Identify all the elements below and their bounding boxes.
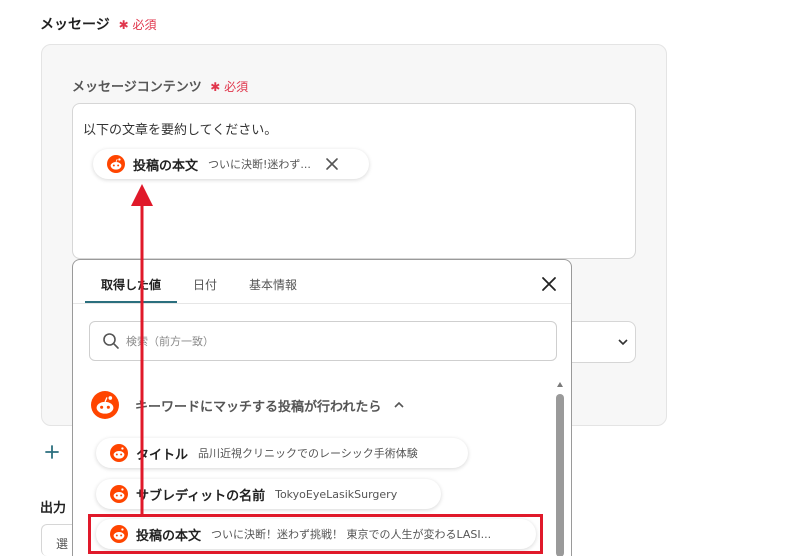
reddit-icon [110, 525, 128, 543]
search-icon [103, 333, 119, 349]
value-item-value: 品川近視クリニックでのレーシック手術体験 [198, 447, 418, 460]
reddit-icon [110, 444, 128, 462]
value-item-label: タイトル [136, 447, 189, 463]
reddit-icon [91, 391, 119, 419]
search-box [89, 321, 557, 361]
panel-tabs: 取得した値 日付 基本情報 [85, 260, 313, 304]
section-label: メッセージ ✱ 必須 [40, 14, 157, 34]
value-item-value: ついに決断！迷わず挑戦！ 東京での人生が変わるLASI... [211, 528, 492, 541]
value-item-post-body[interactable]: 投稿の本文 ついに決断！迷わず挑戦！ 東京での人生が変わるLASI... [96, 519, 536, 549]
value-item-label: 投稿の本文 [136, 528, 202, 544]
value-item-value: TokyoEyeLasikSurgery [275, 487, 398, 501]
section-label-text: メッセージ [40, 17, 110, 33]
value-item-title[interactable]: タイトル 品川近視クリニックでのレーシック手術体験 [96, 438, 468, 468]
content-label-text: メッセージコンテンツ [72, 80, 202, 95]
output-label: 出力 [40, 501, 67, 516]
content-required-marker: ✱ 必須 [210, 80, 249, 94]
tab-divider [73, 303, 571, 304]
inserted-variable-chip[interactable]: 投稿の本文 ついに決断!迷わず... [93, 149, 369, 179]
chevron-down-icon [618, 339, 628, 346]
content-required-text: 必須 [224, 80, 249, 94]
panel-scrollbar[interactable] [555, 380, 565, 556]
message-textarea[interactable]: 以下の文章を要約してください。 [72, 103, 636, 259]
tab-acquired-values[interactable]: 取得した値 [85, 260, 178, 304]
trigger-group-header[interactable]: キーワードにマッチする投稿が行われたら [91, 391, 405, 419]
chip-title: 投稿の本文 [133, 158, 199, 174]
value-picker-panel: 取得した値 日付 基本情報 キーワードにマッチする投稿が行われたら [72, 259, 572, 556]
tab-date[interactable]: 日付 [177, 260, 233, 304]
plus-icon[interactable] [44, 444, 60, 460]
search-input[interactable] [126, 334, 546, 348]
close-icon[interactable] [325, 157, 339, 171]
content-label: メッセージコンテンツ ✱ 必須 [72, 76, 248, 95]
value-item-subreddit[interactable]: サブレディットの名前 TokyoEyeLasikSurgery [96, 479, 441, 509]
textarea-text: 以下の文章を要約してください。 [83, 123, 278, 138]
scroll-thumb[interactable] [556, 394, 564, 556]
reddit-icon [107, 155, 125, 173]
chevron-up-icon[interactable] [393, 399, 405, 411]
required-text: 必須 [132, 18, 157, 32]
scroll-up-arrow-icon[interactable] [556, 380, 564, 388]
tab-basic-info[interactable]: 基本情報 [233, 260, 313, 304]
value-item-label: サブレディットの名前 [136, 488, 266, 504]
reddit-icon [110, 485, 128, 503]
group-title: キーワードにマッチする投稿が行われたら [135, 399, 382, 415]
chip-preview: ついに決断!迷わず... [208, 158, 311, 171]
required-marker: ✱ 必須 [118, 18, 157, 32]
close-icon[interactable] [541, 276, 557, 292]
